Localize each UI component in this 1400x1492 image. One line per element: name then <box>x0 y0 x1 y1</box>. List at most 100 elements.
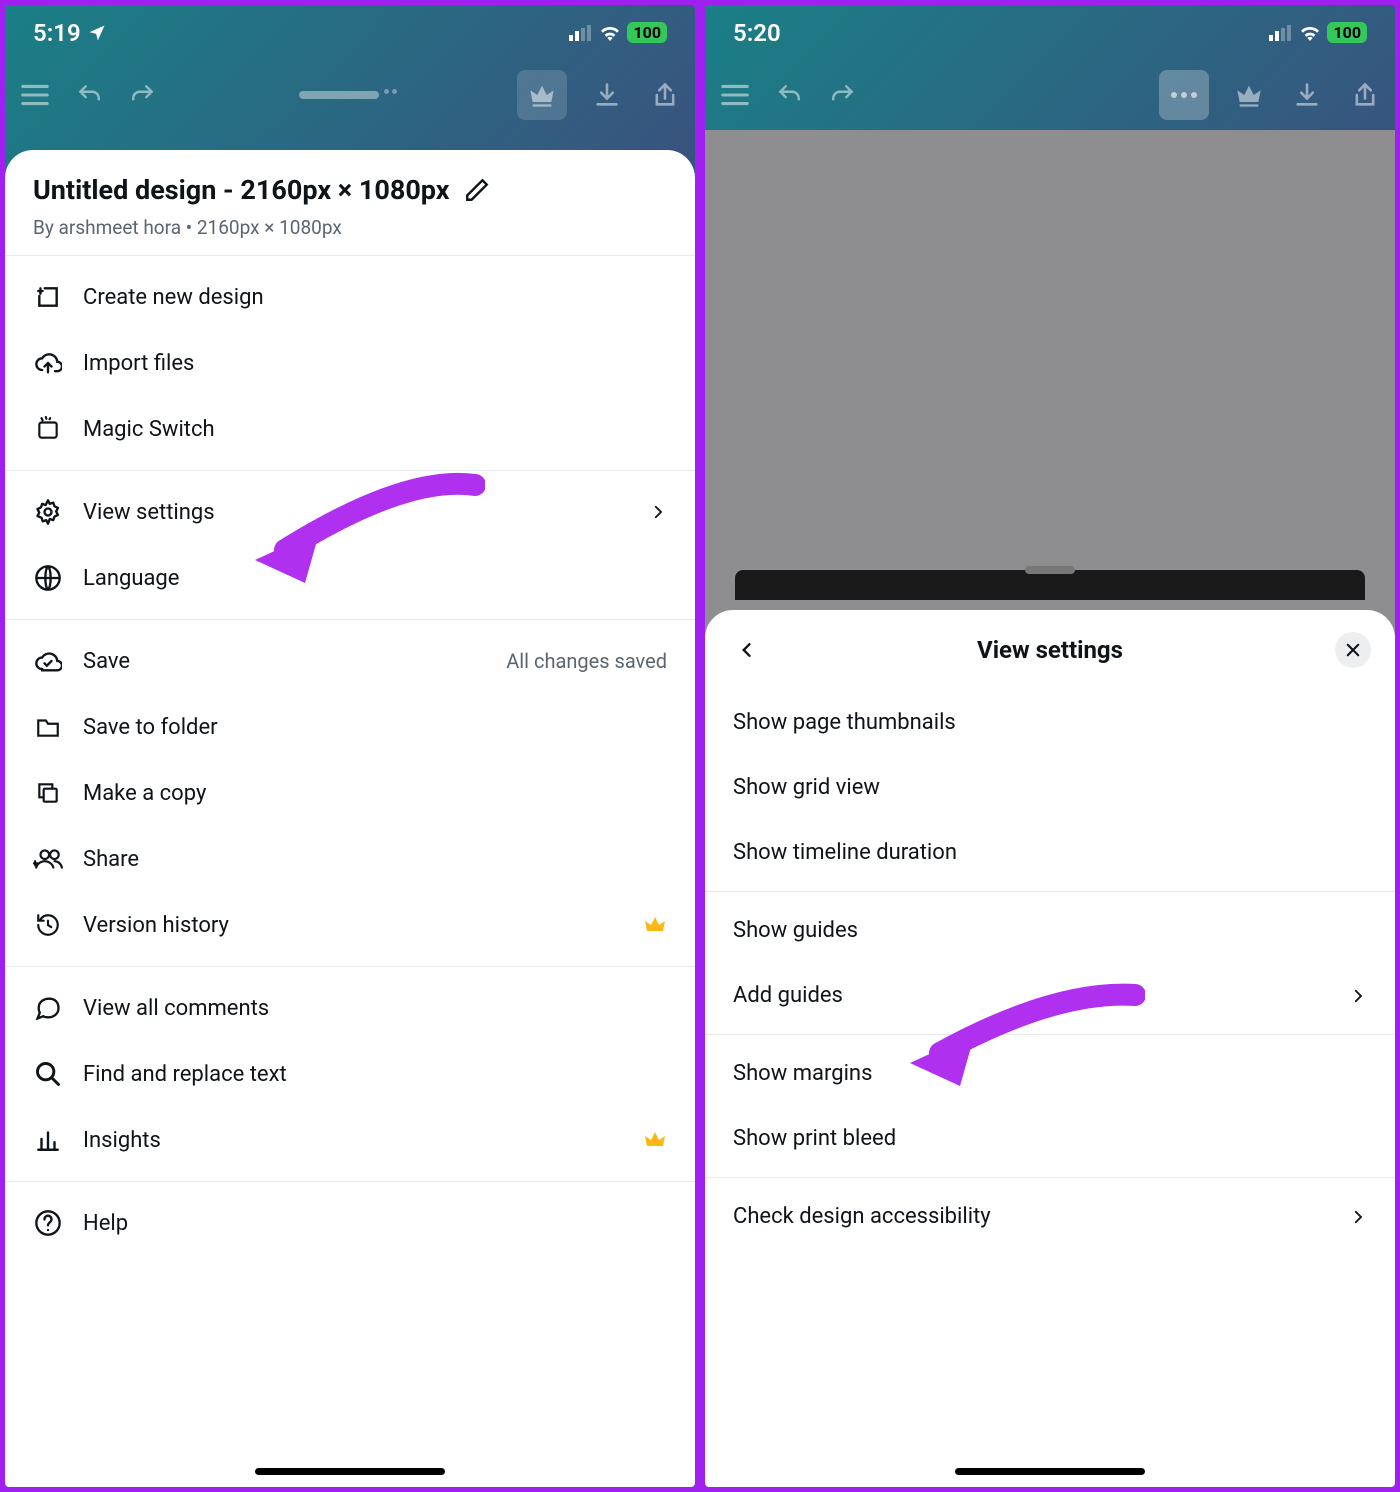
view-settings-sheet: View settings Show page thumbnails Show … <box>705 610 1395 1487</box>
grid-label: Show grid view <box>733 775 1367 800</box>
redo-icon[interactable] <box>125 77 161 113</box>
comments-item[interactable]: View all comments <box>5 975 695 1041</box>
accessibility-label: Check design accessibility <box>733 1204 1349 1229</box>
view-settings-item[interactable]: View settings <box>5 479 695 545</box>
status-bar: 5:19 100 <box>5 5 695 60</box>
download-icon[interactable] <box>589 77 625 113</box>
history-icon <box>33 910 63 940</box>
wifi-icon <box>599 25 621 41</box>
redo-icon[interactable] <box>825 77 861 113</box>
share-icon[interactable] <box>1347 77 1383 113</box>
page-strip[interactable] <box>735 570 1365 600</box>
margins-item[interactable]: Show margins <box>705 1041 1395 1106</box>
separator <box>705 1034 1395 1035</box>
signal-icon <box>1269 25 1293 41</box>
wifi-icon <box>1299 25 1321 41</box>
sheet-title: View settings <box>765 636 1335 664</box>
close-button[interactable] <box>1335 632 1371 668</box>
view-settings-label: View settings <box>83 500 629 525</box>
add-guides-label: Add guides <box>733 983 1349 1008</box>
phone-left: 5:19 100 Untitled design - <box>5 5 695 1487</box>
create-label: Create new design <box>83 285 667 310</box>
chart-icon <box>33 1125 63 1155</box>
version-label: Version history <box>83 913 623 938</box>
save-folder-label: Save to folder <box>83 715 667 740</box>
battery-badge: 100 <box>1327 22 1367 43</box>
version-history-item[interactable]: Version history <box>5 892 695 958</box>
guides-label: Show guides <box>733 918 1367 943</box>
home-indicator[interactable] <box>955 1468 1145 1475</box>
share-label: Share <box>83 847 667 872</box>
save-item[interactable]: Save All changes saved <box>5 628 695 694</box>
magic-icon <box>33 414 63 444</box>
help-icon <box>33 1208 63 1238</box>
magic-label: Magic Switch <box>83 417 667 442</box>
help-label: Help <box>83 1211 667 1236</box>
separator <box>705 891 1395 892</box>
gear-icon <box>33 497 63 527</box>
crown-icon <box>528 83 556 107</box>
grabber-handle[interactable] <box>299 91 379 99</box>
crown-icon[interactable] <box>1231 77 1267 113</box>
chevron-right-icon <box>649 503 667 521</box>
status-bar: 5:20 100 <box>705 5 1395 60</box>
edit-icon[interactable] <box>464 177 490 203</box>
close-icon <box>1344 641 1362 659</box>
add-guides-item[interactable]: Add guides <box>705 963 1395 1028</box>
crown-button[interactable] <box>517 70 567 120</box>
thumbnails-label: Show page thumbnails <box>733 710 1367 735</box>
timeline-label: Show timeline duration <box>733 840 1367 865</box>
language-item[interactable]: Language <box>5 545 695 611</box>
page-handle[interactable] <box>1025 566 1075 574</box>
save-folder-item[interactable]: Save to folder <box>5 694 695 760</box>
share-item[interactable]: Share <box>5 826 695 892</box>
make-copy-item[interactable]: Make a copy <box>5 760 695 826</box>
premium-crown-icon <box>643 1128 667 1152</box>
sheet-header: View settings <box>705 610 1395 690</box>
bleed-item[interactable]: Show print bleed <box>705 1106 1395 1171</box>
language-label: Language <box>83 566 667 591</box>
folder-icon <box>33 712 63 742</box>
undo-icon[interactable] <box>771 77 807 113</box>
thumbnails-item[interactable]: Show page thumbnails <box>705 690 1395 755</box>
margins-label: Show margins <box>733 1061 1367 1086</box>
menu-icon[interactable] <box>17 77 53 113</box>
download-icon[interactable] <box>1289 77 1325 113</box>
menu-sheet: Untitled design - 2160px × 1080px By ars… <box>5 150 695 1487</box>
premium-crown-icon <box>643 913 667 937</box>
people-icon <box>33 844 63 874</box>
back-button[interactable] <box>729 632 765 668</box>
menu-icon[interactable] <box>717 77 753 113</box>
separator <box>705 1177 1395 1178</box>
grid-item[interactable]: Show grid view <box>705 755 1395 820</box>
insights-label: Insights <box>83 1128 623 1153</box>
search-icon <box>33 1059 63 1089</box>
find-label: Find and replace text <box>83 1062 667 1087</box>
chevron-left-icon <box>737 638 757 662</box>
save-label: Save <box>83 649 486 674</box>
import-label: Import files <box>83 351 667 376</box>
more-button[interactable] <box>1159 70 1209 120</box>
save-status: All changes saved <box>506 649 667 673</box>
globe-icon <box>33 563 63 593</box>
guides-item[interactable]: Show guides <box>705 898 1395 963</box>
chevron-right-icon <box>1349 1208 1367 1226</box>
help-item[interactable]: Help <box>5 1190 695 1256</box>
timeline-item[interactable]: Show timeline duration <box>705 820 1395 885</box>
design-byline: By arshmeet hora • 2160px × 1080px <box>33 216 667 239</box>
toolbar <box>5 60 695 130</box>
import-files-item[interactable]: Import files <box>5 330 695 396</box>
create-design-item[interactable]: Create new design <box>5 264 695 330</box>
create-icon <box>33 282 63 312</box>
undo-icon[interactable] <box>71 77 107 113</box>
magic-switch-item[interactable]: Magic Switch <box>5 396 695 462</box>
share-icon[interactable] <box>647 77 683 113</box>
accessibility-item[interactable]: Check design accessibility <box>705 1184 1395 1249</box>
home-indicator[interactable] <box>255 1468 445 1475</box>
cloud-check-icon <box>33 646 63 676</box>
insights-item[interactable]: Insights <box>5 1107 695 1173</box>
bleed-label: Show print bleed <box>733 1126 1367 1151</box>
find-replace-item[interactable]: Find and replace text <box>5 1041 695 1107</box>
signal-icon <box>569 25 593 41</box>
design-title: Untitled design - 2160px × 1080px <box>33 174 450 206</box>
